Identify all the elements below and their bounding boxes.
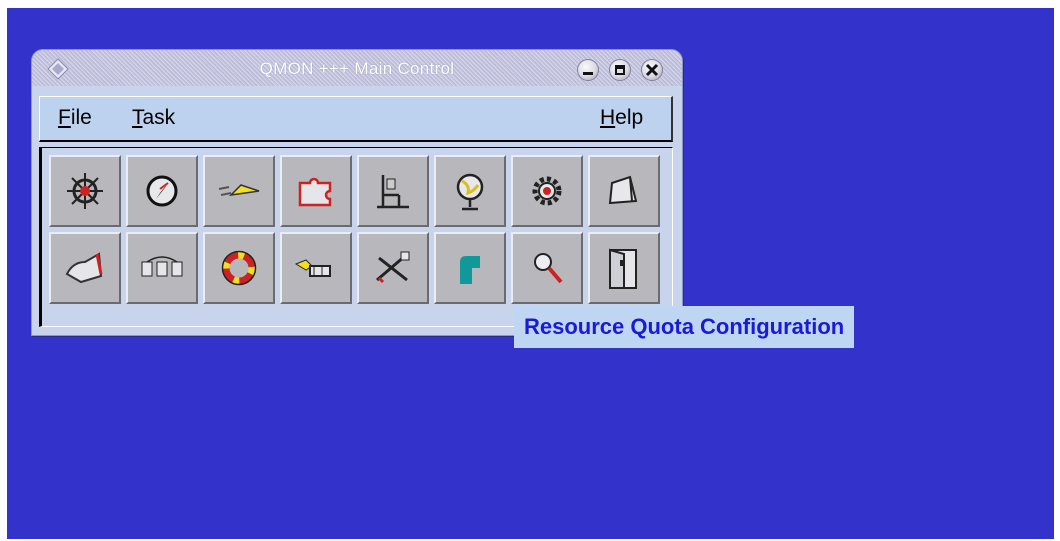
globe-icon (456, 173, 484, 211)
tool-button-6[interactable] (434, 155, 506, 227)
tools-icon (376, 251, 410, 284)
lifebuoy-icon (221, 250, 257, 286)
title-bar[interactable]: QMON +++ Main Control (32, 50, 682, 86)
tool-button-4[interactable] (280, 155, 352, 227)
tool-button-16[interactable] (588, 232, 660, 304)
chair-icon (377, 175, 409, 209)
maximize-icon (615, 65, 625, 75)
hand-icon (65, 252, 103, 284)
tooltip: Resource Quota Configuration (514, 306, 855, 348)
menu-help[interactable]: Help (600, 106, 643, 130)
maximize-button[interactable] (609, 59, 631, 81)
minimize-button[interactable] (577, 59, 599, 81)
menu-file[interactable]: File (58, 106, 92, 130)
menu-task-mnemonic: T (132, 106, 143, 129)
network-icon (141, 256, 183, 277)
tool-button-9[interactable] (49, 232, 121, 304)
menu-task[interactable]: Task (132, 106, 175, 130)
tool-button-13[interactable] (357, 232, 429, 304)
tool-button-3[interactable] (203, 155, 275, 227)
menu-file-label: ile (70, 106, 92, 129)
menu-task-label: ask (142, 106, 176, 129)
ship-wheel-icon (67, 173, 103, 209)
tool-button-8[interactable] (588, 155, 660, 227)
tool-button-12[interactable] (280, 232, 352, 304)
tool-button-10[interactable] (126, 232, 198, 304)
magnifier-icon (534, 253, 563, 284)
menu-file-mnemonic: F (58, 106, 71, 129)
tool-button-7[interactable] (511, 155, 583, 227)
quota-corner-icon (460, 256, 480, 284)
menu-bar: File Task Help (39, 96, 673, 142)
door-icon (609, 248, 637, 289)
paper-plane-icon (218, 184, 260, 197)
tool-button-11[interactable] (203, 232, 275, 304)
puzzle-icon (298, 177, 332, 207)
tool-panel (39, 147, 673, 327)
tool-button-14[interactable] (434, 232, 506, 304)
tool-button-1[interactable] (49, 155, 121, 227)
minimize-icon (583, 72, 593, 75)
close-button[interactable] (641, 59, 663, 81)
menu-help-mnemonic: H (600, 106, 616, 129)
menu-help-label: elp (615, 106, 644, 129)
ticket-icon (608, 175, 638, 205)
tool-button-5[interactable] (357, 155, 429, 227)
gear-icon (532, 176, 562, 206)
tool-button-15[interactable] (511, 232, 583, 304)
qmon-main-window: QMON +++ Main Control File Task Help (31, 49, 683, 336)
close-icon (645, 63, 659, 77)
people-icon (294, 259, 331, 277)
compass-icon (146, 175, 178, 207)
tool-button-2[interactable] (126, 155, 198, 227)
